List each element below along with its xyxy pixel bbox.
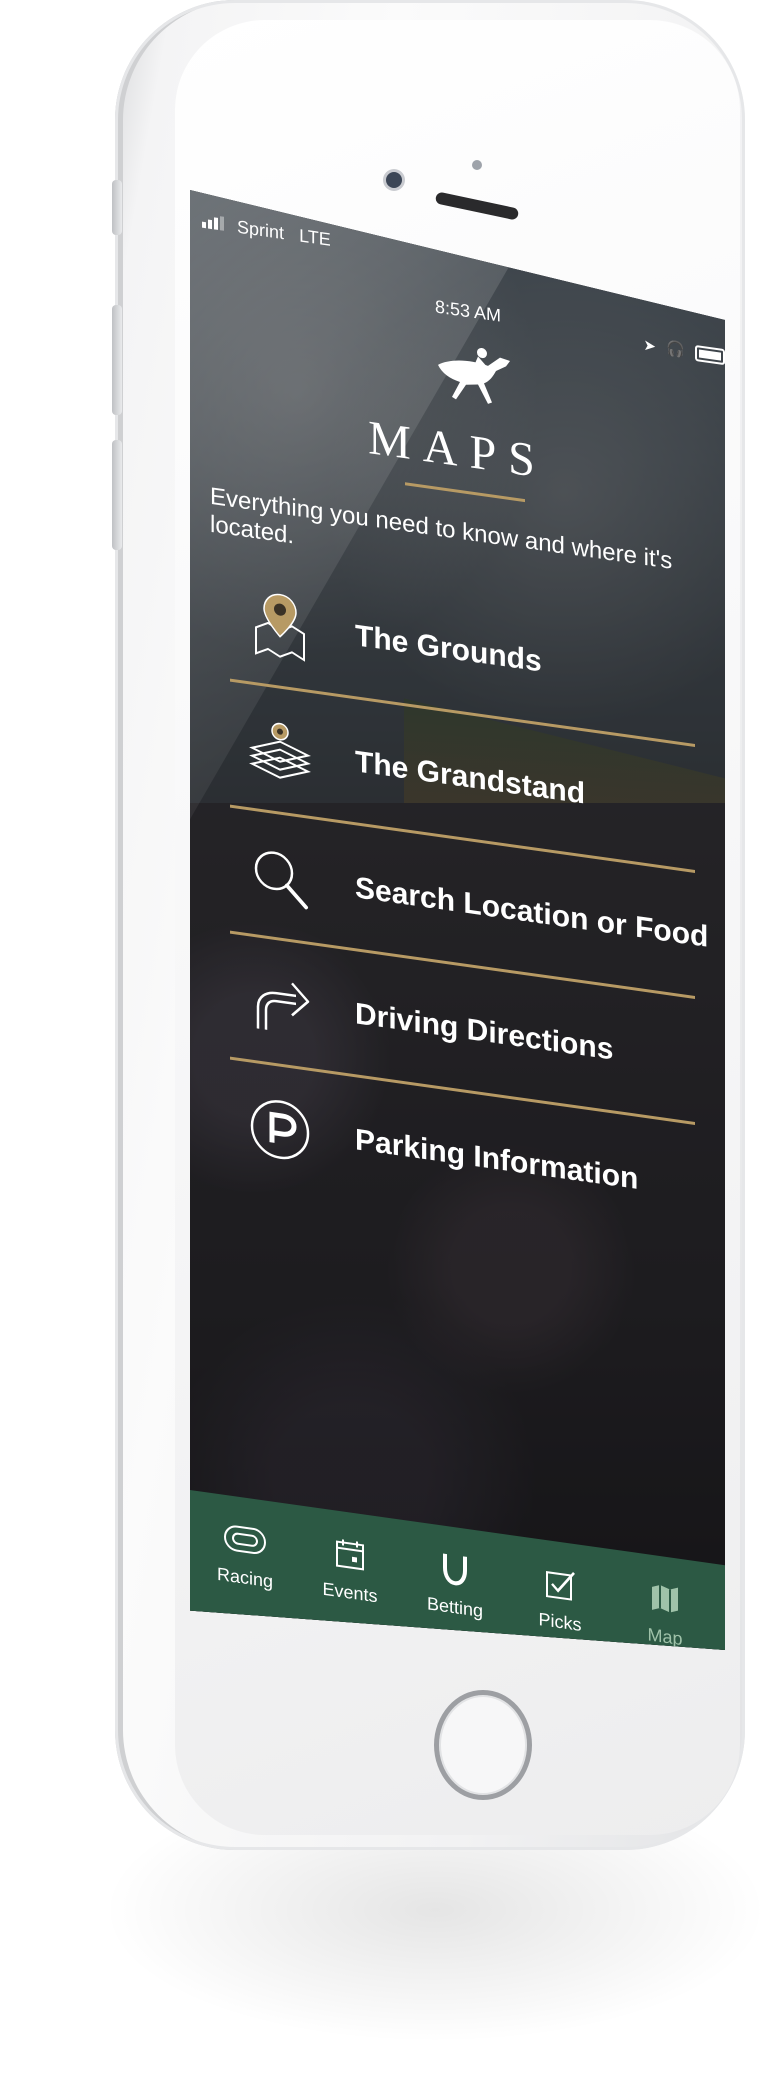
home-button[interactable] xyxy=(434,1690,532,1800)
screen-content: Sprint LTE 8:53 AM ➤ 🎧 MAPS Everything y… xyxy=(190,190,725,1650)
tab-betting[interactable]: Betting xyxy=(405,1540,505,1625)
menu-item-label: Driving Directions xyxy=(355,997,614,1067)
volume-down-button xyxy=(112,440,122,550)
parking-icon xyxy=(245,1090,315,1170)
turn-arrow-icon xyxy=(245,964,315,1044)
track-icon xyxy=(195,1511,295,1569)
signal-icon xyxy=(202,212,226,236)
tab-racing[interactable]: Racing xyxy=(195,1511,295,1596)
app-screen: Sprint LTE 8:53 AM ➤ 🎧 MAPS Everything y… xyxy=(190,190,725,1650)
volume-up-button xyxy=(112,305,122,415)
front-camera xyxy=(386,172,402,188)
maps-menu: The Grounds The Grandstand Search Locati… xyxy=(190,550,725,1255)
carrier-name: Sprint xyxy=(237,216,285,244)
map-pin-icon xyxy=(245,586,315,666)
horseshoe-icon xyxy=(405,1540,505,1598)
checkbox-icon xyxy=(510,1555,610,1613)
map-icon xyxy=(615,1570,715,1628)
tab-map[interactable]: Map xyxy=(615,1570,715,1650)
headphones-icon: 🎧 xyxy=(666,339,685,360)
status-time: 8:53 AM xyxy=(435,296,502,326)
stacked-floors-icon xyxy=(245,712,315,792)
horse-jockey-logo-icon xyxy=(438,347,510,404)
network-type: LTE xyxy=(299,225,331,250)
menu-item-label: Parking Information xyxy=(355,1123,639,1197)
tab-events[interactable]: Events xyxy=(300,1525,400,1610)
menu-item-label: Search Location or Food xyxy=(355,871,709,954)
title-divider xyxy=(405,482,525,503)
search-icon xyxy=(245,838,315,918)
battery-icon xyxy=(695,345,725,366)
location-icon: ➤ xyxy=(643,336,656,356)
status-icons: ➤ 🎧 xyxy=(643,336,725,366)
menu-item-label: The Grounds xyxy=(355,619,542,679)
tab-picks[interactable]: Picks xyxy=(510,1555,610,1640)
calendar-icon xyxy=(300,1525,400,1583)
menu-item-label: The Grandstand xyxy=(355,745,586,811)
mute-switch xyxy=(112,180,122,235)
proximity-sensor xyxy=(472,160,482,170)
